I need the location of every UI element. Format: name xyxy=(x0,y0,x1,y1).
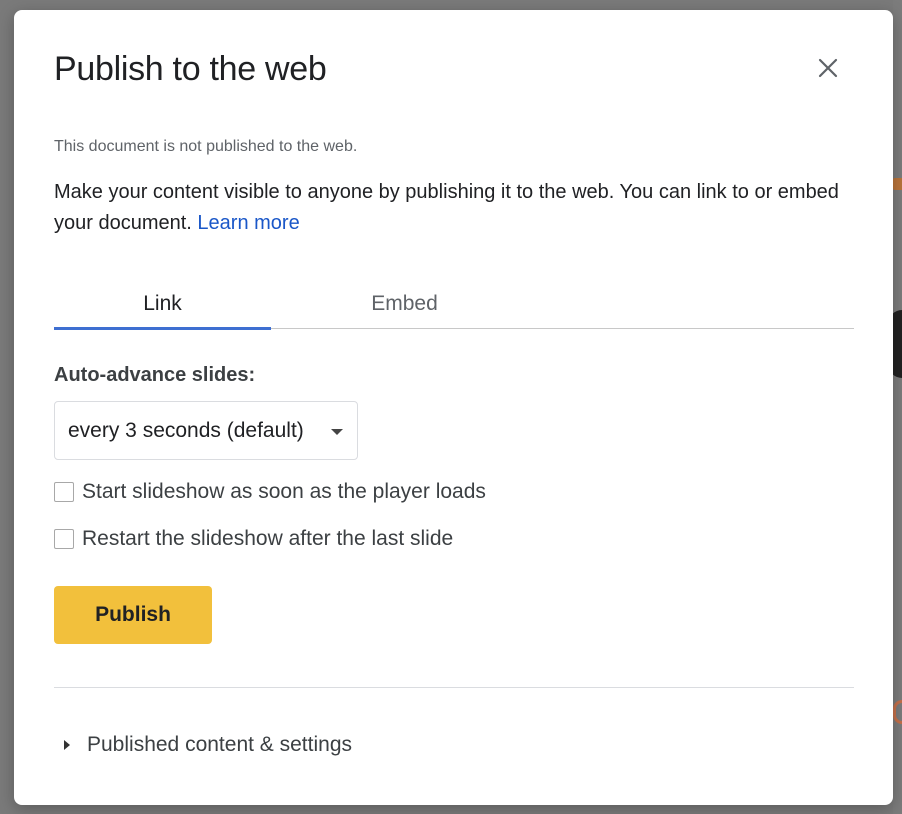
publish-button[interactable]: Publish xyxy=(54,586,212,644)
published-settings-expander[interactable]: Published content & settings xyxy=(64,733,352,757)
start-on-load-option[interactable]: Start slideshow as soon as the player lo… xyxy=(54,480,486,504)
auto-advance-select[interactable]: every 3 seconds (default) xyxy=(54,401,358,460)
publish-dialog: Publish to the web This document is not … xyxy=(14,10,893,805)
expander-label: Published content & settings xyxy=(87,733,353,756)
tab-bar: Link Embed xyxy=(54,285,854,330)
auto-advance-label: Auto-advance slides: xyxy=(54,364,256,386)
tab-link[interactable]: Link xyxy=(54,285,271,330)
publish-status: This document is not published to the we… xyxy=(54,138,358,155)
close-button[interactable] xyxy=(814,54,842,82)
tab-embed[interactable]: Embed xyxy=(296,285,513,329)
dialog-title: Publish to the web xyxy=(54,50,327,88)
dropdown-arrow-icon xyxy=(331,429,343,435)
background-shape xyxy=(893,178,902,190)
start-on-load-checkbox[interactable] xyxy=(54,482,74,502)
restart-after-last-label: Restart the slideshow after the last sli… xyxy=(82,527,454,550)
restart-after-last-option[interactable]: Restart the slideshow after the last sli… xyxy=(54,527,453,551)
divider xyxy=(54,687,854,688)
description-text: Make your content visible to anyone by p… xyxy=(54,181,839,234)
background-shape xyxy=(893,700,902,724)
dialog-description: Make your content visible to anyone by p… xyxy=(54,177,854,239)
restart-after-last-checkbox[interactable] xyxy=(54,529,74,549)
auto-advance-value: every 3 seconds (default) xyxy=(68,418,304,442)
background-page xyxy=(893,0,902,814)
expand-arrow-icon xyxy=(64,740,70,750)
start-on-load-label: Start slideshow as soon as the player lo… xyxy=(82,480,486,503)
close-icon xyxy=(818,58,838,78)
learn-more-link[interactable]: Learn more xyxy=(197,212,299,234)
